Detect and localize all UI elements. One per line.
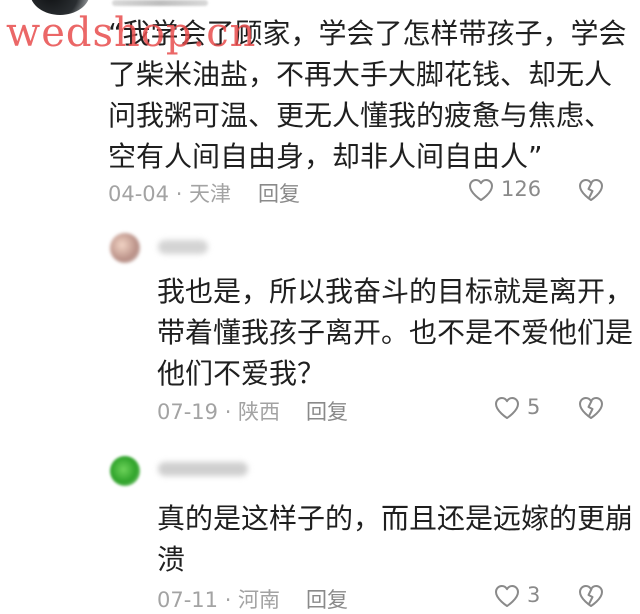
dislike-button[interactable] — [578, 584, 604, 613]
username-blurred[interactable] — [158, 462, 248, 476]
broken-heart-icon — [579, 585, 603, 607]
comment-line: 空有人间自由身，却非人间自由人” — [108, 140, 543, 173]
like-button[interactable]: 3 — [494, 582, 554, 612]
broken-heart-icon — [579, 397, 603, 419]
reply-button[interactable]: 回复 — [306, 584, 348, 614]
comment-meta: 04-04 · 天津 回复 126 — [0, 176, 640, 208]
heart-outline-icon — [495, 397, 519, 419]
reply-button[interactable]: 回复 — [306, 396, 348, 426]
like-button[interactable]: 5 — [494, 394, 554, 424]
comment-line: 真的是这样子的，而且还是远嫁的更崩 — [157, 502, 634, 535]
comment-meta: 07-19 · 陕西 回复 5 — [0, 394, 640, 426]
comment-line: 溃 — [157, 543, 186, 576]
like-count: 3 — [527, 583, 541, 607]
avatar[interactable] — [110, 233, 140, 263]
comment-meta: 07-11 · 河南 回复 3 — [0, 582, 640, 614]
comment-date-location: 07-19 · 陕西 — [157, 400, 281, 424]
username-blurred[interactable] — [112, 0, 208, 6]
comment-date-location: 07-11 · 河南 — [157, 588, 281, 612]
avatar[interactable] — [110, 456, 140, 486]
like-count: 5 — [527, 395, 541, 419]
dislike-button[interactable] — [578, 396, 604, 425]
avatar[interactable] — [30, 0, 90, 15]
like-count: 126 — [501, 177, 542, 201]
comment-line: 了柴米油盐，不再大手大脚花钱、却无人 — [108, 58, 613, 91]
broken-heart-icon — [579, 179, 603, 201]
heart-outline-icon — [495, 585, 519, 607]
comment-date-location: 04-04 · 天津 — [108, 182, 232, 206]
comment-line: 我也是，所以我奋斗的目标就是离开， — [157, 275, 634, 308]
reply-button[interactable]: 回复 — [258, 178, 300, 208]
like-button[interactable]: 126 — [468, 176, 548, 206]
username-blurred[interactable] — [158, 240, 208, 254]
heart-outline-icon — [469, 179, 493, 201]
dislike-button[interactable] — [578, 178, 604, 207]
comment-line: “我学会了顾家，学会了怎样带孩子，学会 — [108, 17, 627, 50]
comment-line: 带着懂我孩子离开。也不是不爱他们是 — [157, 316, 634, 349]
comment-line: 问我粥可温、更无人懂我的疲惫与焦虑、 — [108, 99, 613, 132]
comment-line: 他们不爱我？ — [157, 357, 326, 390]
